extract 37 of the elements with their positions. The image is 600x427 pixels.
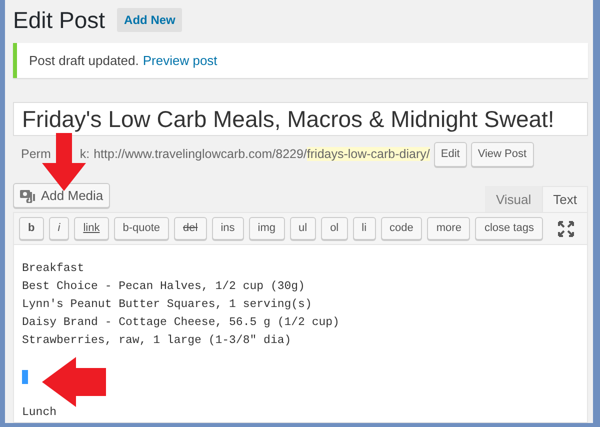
editor-line: Breakfast <box>22 261 84 278</box>
preview-link[interactable]: Preview post <box>142 50 218 70</box>
format-button[interactable]: ins <box>212 217 244 240</box>
permalink-label: Perm <box>21 146 51 164</box>
editor-line: Lunch <box>22 405 57 422</box>
editor-tab[interactable]: Text <box>542 186 588 212</box>
format-button[interactable]: b <box>19 217 44 240</box>
text-cursor <box>22 370 28 384</box>
permalink-label: k: <box>80 146 90 164</box>
format-button[interactable]: ul <box>290 217 316 240</box>
media-icon <box>20 188 36 203</box>
format-button[interactable]: close tags <box>475 217 543 240</box>
edit-button[interactable]: Edit <box>434 142 467 167</box>
format-button[interactable]: more <box>427 217 470 240</box>
format-button[interactable]: li <box>352 217 376 240</box>
format-button[interactable]: link <box>74 217 109 240</box>
format-button[interactable]: i <box>48 217 70 240</box>
format-button[interactable]: ol <box>321 217 348 240</box>
fullscreen-icon[interactable] <box>558 220 574 237</box>
editor-tab[interactable]: Visual <box>484 186 542 212</box>
view-post-button[interactable]: View Post <box>470 142 534 167</box>
notice-text: Post draft updated. <box>29 52 139 70</box>
page-title: Edit Post <box>13 6 106 36</box>
format-button[interactable]: b-quote <box>114 217 170 240</box>
editor-line: Best Choice - Pecan Halves, 1/2 cup (30g) <box>22 279 305 296</box>
format-button[interactable]: del <box>174 217 207 240</box>
add-media-button[interactable]: Add Media <box>13 183 110 208</box>
editor-line: Lynn's Peanut Butter Squares, 1 serving(s) <box>22 297 312 314</box>
arrow-annotation <box>42 357 106 407</box>
format-button[interactable]: code <box>380 217 422 240</box>
format-button[interactable]: img <box>248 217 284 240</box>
editor-line: Daisy Brand - Cottage Cheese, 56.5 g (1/2 cup) <box>22 315 340 332</box>
permalink-url: http://www.travelinglowcarb.com/8229/fridays-low-carb-diary/ <box>94 146 430 164</box>
add-new-button[interactable]: Add New <box>117 8 182 32</box>
title-field[interactable]: Friday's Low Carb Meals, Macros & Midnight Sweat! <box>13 102 588 136</box>
text-editor[interactable]: Breakfast Best Choice - Pecan Halves, 1/2 cup (30g) Lynn's Peanut Butter Squares, 1 serving(s) Daisy Brand - Cottage Cheese, 56.5 g (1/2 cup) Strawberries, raw, 1 large (1-3/8" dia) Lunch <box>14 244 587 422</box>
editor-line: Strawberries, raw, 1 large (1-3/8" dia) <box>22 333 292 350</box>
